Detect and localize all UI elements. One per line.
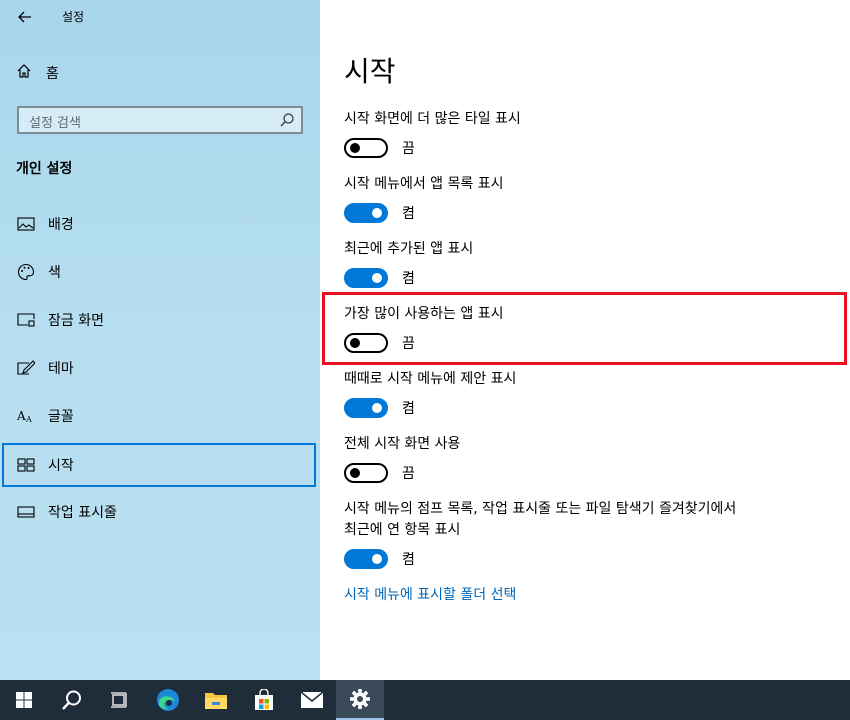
toggle-knob	[372, 208, 382, 218]
file-explorer-icon[interactable]	[192, 680, 240, 720]
toggle-knob	[372, 273, 382, 283]
palette-icon	[16, 262, 36, 282]
toggle-state: 끔	[402, 466, 415, 482]
choose-folders-link[interactable]: 시작 메뉴에 표시할 폴더 선택	[344, 584, 516, 604]
taskbar	[0, 680, 850, 720]
setting-label: 시작 메뉴에서 앱 목록 표시	[344, 176, 504, 192]
home-link[interactable]: 홈	[16, 62, 59, 84]
toggle-state: 켬	[402, 206, 415, 222]
start-icon	[16, 455, 36, 475]
toggle-switch[interactable]	[344, 398, 388, 418]
toggle-knob	[372, 403, 382, 413]
toggle-knob	[350, 468, 360, 478]
toggle-state: 켬	[402, 552, 415, 568]
search-icon	[279, 112, 295, 132]
sidebar-item-theme[interactable]: 테마	[0, 346, 320, 390]
setting-label: 때때로 시작 메뉴에 제안 표시	[344, 371, 517, 387]
theme-icon	[16, 358, 36, 378]
setting-label-line2: 최근에 연 항목 표시	[344, 522, 461, 538]
sidebar-item-taskbar[interactable]: 작업 표시줄	[0, 490, 320, 534]
setting-app-list: 시작 메뉴에서 앱 목록 표시 켬	[344, 174, 824, 223]
setting-label-line1: 시작 메뉴의 점프 목록, 작업 표시줄 또는 파일 탐색기 즐겨찾기에서	[344, 501, 737, 517]
svg-text:A: A	[25, 415, 32, 424]
sidebar-item-label: 배경	[48, 217, 74, 233]
svg-text:A: A	[17, 409, 26, 423]
lock-screen-icon	[16, 310, 36, 330]
setting-label: 최근에 추가된 앱 표시	[344, 241, 474, 257]
windows-start-icon[interactable]	[0, 680, 48, 720]
highlight-box	[322, 292, 847, 365]
toggle-state: 끔	[402, 141, 415, 157]
back-button[interactable]	[16, 6, 34, 28]
toggle-state: 켬	[402, 271, 415, 287]
sidebar-item-label: 테마	[48, 361, 74, 377]
sidebar-item-fonts[interactable]: AA 글꼴	[0, 394, 320, 438]
sidebar-item-label: 잠금 화면	[48, 313, 104, 329]
page-title: 시작	[344, 55, 396, 88]
sidebar-item-color[interactable]: 색	[0, 250, 320, 294]
home-icon	[16, 63, 32, 83]
task-view-icon[interactable]	[96, 680, 144, 720]
sidebar-item-start[interactable]: 시작	[2, 443, 316, 487]
setting-full-screen: 전체 시작 화면 사용 끔	[344, 434, 824, 483]
search-input[interactable]: 설정 검색	[17, 106, 303, 134]
taskbar-icon	[16, 502, 36, 522]
setting-recently-added: 최근에 추가된 앱 표시 켬	[344, 239, 824, 288]
search-placeholder: 설정 검색	[29, 116, 81, 131]
mail-icon[interactable]	[288, 680, 336, 720]
setting-recent-jump-list: 시작 메뉴의 점프 목록, 작업 표시줄 또는 파일 탐색기 즐겨찾기에서 최근…	[344, 499, 824, 569]
edge-icon[interactable]	[144, 680, 192, 720]
toggle-switch[interactable]	[344, 138, 388, 158]
sidebar: 설정 홈 설정 검색 개인 설정 배경 색 잠금 화면 테마 A A 글꼴 시작…	[0, 0, 320, 680]
sidebar-item-label: 작업 표시줄	[48, 505, 117, 521]
store-icon[interactable]	[240, 680, 288, 720]
section-title: 개인 설정	[16, 161, 73, 177]
setting-label: 시작 화면에 더 많은 타일 표시	[344, 111, 521, 127]
sidebar-item-label: 글꼴	[48, 409, 74, 425]
setting-label: 전체 시작 화면 사용	[344, 436, 461, 452]
picture-icon	[16, 214, 36, 234]
sidebar-item-label: 시작	[48, 458, 74, 474]
window-title: 설정	[62, 10, 85, 24]
toggle-knob	[372, 554, 382, 564]
search-icon[interactable]	[48, 680, 96, 720]
setting-more-tiles: 시작 화면에 더 많은 타일 표시 끔	[344, 109, 824, 158]
sidebar-item-label: 색	[48, 265, 61, 281]
font-icon: AA	[16, 406, 36, 426]
back-arrow-icon	[16, 8, 34, 26]
toggle-switch[interactable]	[344, 268, 388, 288]
toggle-state: 켬	[402, 401, 415, 417]
toggle-switch[interactable]	[344, 203, 388, 223]
toggle-switch[interactable]	[344, 463, 388, 483]
settings-icon[interactable]	[336, 680, 384, 720]
sidebar-item-lock-screen[interactable]: 잠금 화면	[0, 298, 320, 342]
toggle-knob	[350, 143, 360, 153]
toggle-switch[interactable]	[344, 549, 388, 569]
home-label: 홈	[46, 66, 59, 82]
sidebar-item-background[interactable]: 배경	[0, 202, 320, 246]
setting-suggestions: 때때로 시작 메뉴에 제안 표시 켬	[344, 369, 824, 418]
